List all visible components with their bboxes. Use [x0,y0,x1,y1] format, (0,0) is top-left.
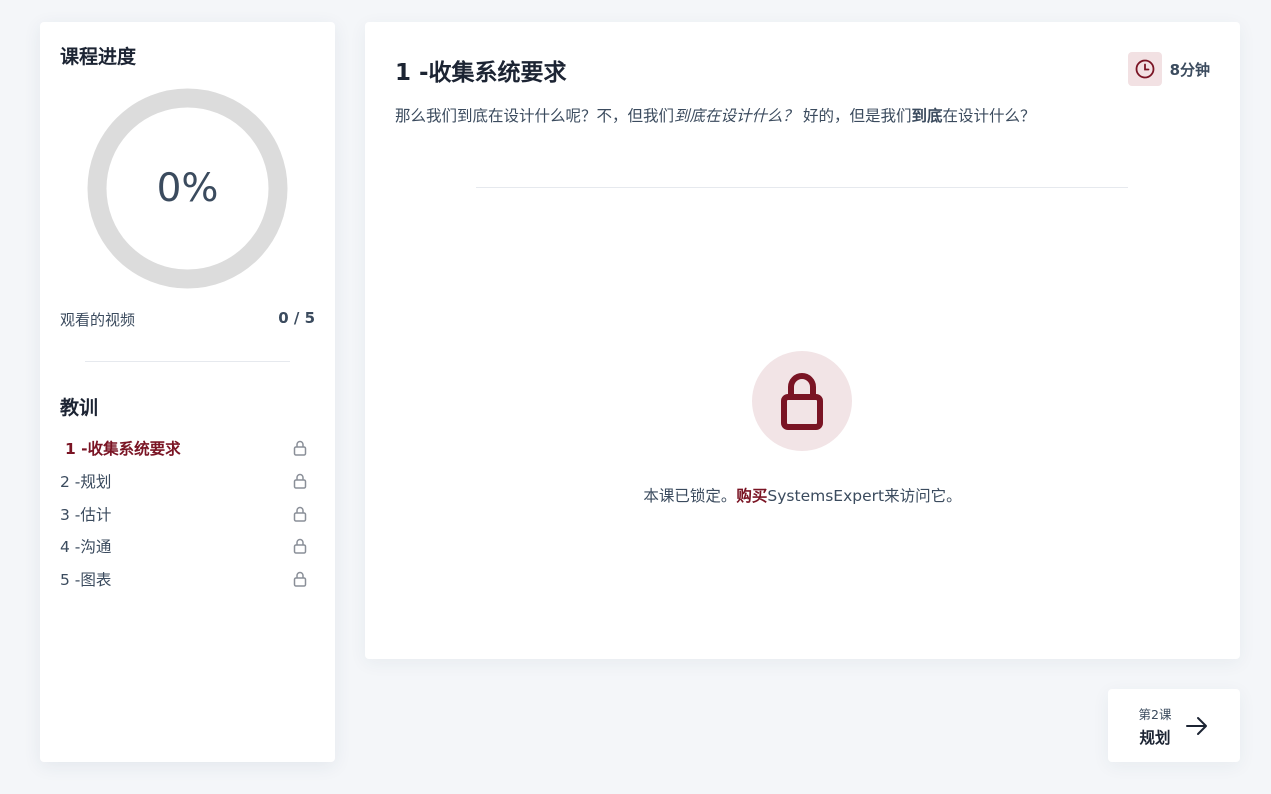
lesson-item-4[interactable]: 4 -沟通 [60,530,315,563]
videos-watched-count: 0 / 5 [278,309,315,327]
clock-icon [1127,52,1162,86]
arrow-right-icon [1186,716,1208,735]
buy-link[interactable]: 购买 [736,487,767,505]
lesson-title: 1 -收集系统要求 [395,60,567,86]
lock-icon [293,539,307,555]
lock-icon [752,351,852,451]
lock-icon [293,473,307,489]
lesson-item-2[interactable]: 2 -规划 [60,465,315,498]
lesson-description: 那么我们到底在设计什么呢？不，但我们到底在设计什么？ 好的，但是我们到底在设计什… [395,107,1036,125]
next-lesson-button[interactable]: 第2课 规划 [1108,689,1240,762]
lesson-card: 1 -收集系统要求 8分钟 那么我们到底在设计什么呢？不，但我们到底在设计什么？… [365,22,1240,659]
lesson-list: 1 -收集系统要求 2 -规划 3 -估计 4 -沟通 5 -图表 [60,432,315,595]
videos-watched-row: 观看的视频 0 / 5 [60,309,315,330]
locked-message: 本课已锁定。购买SystemsExpert来访问它。 [643,487,962,505]
progress-ring: 0% [87,88,288,289]
lesson-label: 3 -估计 [60,505,112,524]
lesson-duration: 8分钟 [1127,52,1210,86]
lock-icon [293,441,307,457]
lesson-item-1[interactable]: 1 -收集系统要求 [60,432,315,465]
lesson-item-3[interactable]: 3 -估计 [60,497,315,530]
next-lesson-number: 第2课 [1138,706,1172,722]
duration-label: 8分钟 [1169,60,1210,79]
course-progress-title: 课程进度 [60,46,137,68]
lock-icon [293,506,307,522]
lesson-item-5[interactable]: 5 -图表 [60,563,315,596]
content-divider [476,187,1128,188]
next-lesson-text: 第2课 规划 [1139,704,1172,748]
lock-icon [293,571,307,587]
lesson-label: 1 -收集系统要求 [65,440,181,459]
lesson-label: 5 -图表 [60,571,112,590]
lesson-label: 2 -规划 [60,473,112,492]
lesson-label: 4 -沟通 [60,538,112,557]
sidebar-divider [85,361,290,362]
lessons-title: 教训 [60,397,99,419]
course-progress-sidebar: 课程进度 0% 观看的视频 0 / 5 教训 1 -收集系统要求 2 -规划 3… [40,22,335,762]
videos-watched-label: 观看的视频 [60,311,136,329]
next-lesson-title: 规划 [1139,728,1171,747]
progress-percent: 0% [156,166,219,211]
